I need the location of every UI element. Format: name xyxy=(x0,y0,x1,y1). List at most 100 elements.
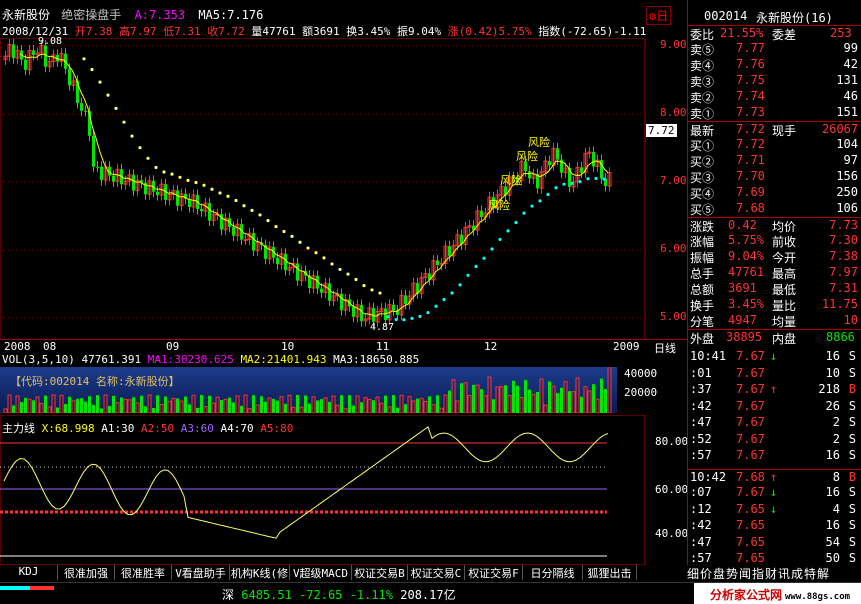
tick-time: :37 xyxy=(690,382,712,396)
volume-bar xyxy=(396,407,399,413)
candle-down xyxy=(96,166,99,168)
stock-name: 永新股份 xyxy=(2,8,51,22)
ask-volume: 42 xyxy=(843,57,858,71)
bid-volume: 97 xyxy=(843,153,858,167)
last-price-row: 最新 7.72 现手 26067 xyxy=(688,121,861,138)
indicator-tab[interactable]: V超级MACD xyxy=(290,565,352,580)
last-value: 7.72 xyxy=(736,122,765,136)
bid-label: 买② xyxy=(690,155,715,169)
ask-row: 卖① 7.73 151 xyxy=(688,105,861,121)
tick-side: S xyxy=(848,398,856,413)
support-star xyxy=(338,267,342,272)
candle-down xyxy=(84,110,87,112)
indicator-tab[interactable]: V看盘助手 xyxy=(172,565,230,580)
vol-axis-tick: 40000 xyxy=(624,367,658,380)
indicator-tab[interactable]: 很准加强 xyxy=(58,565,115,580)
stat-label: 换手 xyxy=(690,299,715,313)
vol-value: 47761.391 xyxy=(81,353,142,366)
support-star xyxy=(506,229,510,233)
volume-bar xyxy=(200,395,203,413)
support-star xyxy=(490,247,494,251)
ask-price: 7.77 xyxy=(736,41,765,55)
candle-down xyxy=(480,210,483,218)
volume-bar xyxy=(524,379,527,413)
tick-volume: 16 xyxy=(825,349,840,363)
volume-bar xyxy=(56,407,59,413)
indicator-tab[interactable]: 很准胜率 xyxy=(115,565,172,580)
candle-down xyxy=(448,246,451,256)
tick-volume: 10 xyxy=(825,365,840,380)
stat-value: 7.97 xyxy=(829,265,858,279)
tick-row: 10:42 7.68 ↑ 8 B xyxy=(688,468,861,484)
chart-area[interactable]: 永新股份 绝密操盘手 A:7.353 MA5:7.176 2008/12/31 … xyxy=(0,0,688,565)
support-star xyxy=(514,220,518,225)
indicator-tab[interactable]: 权证交易F xyxy=(465,565,523,580)
candle-down xyxy=(320,288,323,293)
indicator-tab[interactable]: 狐狸出击 xyxy=(583,565,637,580)
tick-side: S xyxy=(848,349,856,363)
tick-price: 7.67 xyxy=(736,448,765,462)
commission-row: 委比 21.55% 委差 253 xyxy=(688,25,861,42)
time-tick: 2009 xyxy=(613,340,640,353)
tick-side: S xyxy=(848,534,856,549)
tick-price: 7.65 xyxy=(736,501,765,516)
tick-row: :47 7.65 54 S xyxy=(688,535,861,550)
support-star xyxy=(234,198,238,203)
tick-row: :42 7.67 26 S xyxy=(688,399,861,414)
indicator-tab[interactable]: 权证交易B xyxy=(352,565,408,580)
market-amount: 208.17亿 xyxy=(400,588,456,602)
support-star xyxy=(138,146,142,150)
now-value: 26067 xyxy=(822,122,859,136)
indicator-tab[interactable]: KDJ xyxy=(0,565,58,580)
volume-bar xyxy=(320,399,323,413)
amount-value: 额3691 xyxy=(302,25,340,38)
index-change-value: 指数(-72.65)-1.11 xyxy=(538,25,647,38)
support-star xyxy=(538,199,542,203)
right-tab-bar[interactable]: 细价盘势闻指财讯成特解 xyxy=(687,565,861,581)
volume-bar xyxy=(512,380,515,413)
support-star xyxy=(602,177,606,181)
candle-down xyxy=(68,68,71,86)
support-star xyxy=(474,264,478,269)
indicator-frame xyxy=(0,415,646,565)
wc-value: 253 xyxy=(830,26,852,40)
support-star xyxy=(410,316,414,320)
period-label[interactable]: 日线 xyxy=(654,340,676,356)
tick-time: :12 xyxy=(690,501,712,516)
price-tick: 8.00 xyxy=(660,106,687,119)
volume-bar xyxy=(360,402,363,413)
indicator-chart[interactable] xyxy=(0,415,687,565)
support-star xyxy=(354,277,358,282)
indicator-tab[interactable]: 机构K线(修 xyxy=(230,565,290,580)
support-star xyxy=(258,213,262,217)
candle-down xyxy=(360,304,363,322)
indicator-tab[interactable]: 权证交易C xyxy=(408,565,465,580)
volume-bar xyxy=(264,401,267,413)
stat-value: 7.30 xyxy=(829,233,858,247)
candle-down xyxy=(100,166,103,181)
support-star xyxy=(562,182,566,186)
volume-bar xyxy=(208,395,211,413)
price-chart[interactable] xyxy=(0,38,687,340)
volume-bar xyxy=(556,392,559,413)
tick-side: B xyxy=(848,469,856,484)
tick-volume: 16 xyxy=(825,518,840,532)
risk-label: 风险 xyxy=(488,199,510,212)
wb-value: 21.55% xyxy=(720,26,764,40)
ask-row: 卖④ 7.76 42 xyxy=(688,57,861,73)
watermark-text: 分析家公式网 xyxy=(710,588,783,602)
low-annotation: 4.87 xyxy=(370,322,395,333)
tick-time: :47 xyxy=(690,534,712,549)
support-star xyxy=(434,304,438,308)
period-tab[interactable]: ⚙日 xyxy=(646,6,672,25)
bid-label: 买⑤ xyxy=(690,203,715,217)
indicator-tab[interactable]: 日分隔线 xyxy=(523,565,583,580)
tick-price: 7.68 xyxy=(736,469,765,484)
tick-time: :57 xyxy=(690,448,712,462)
vol-ma1: MA1:30230.625 xyxy=(147,353,234,366)
ask-label: 卖② xyxy=(690,91,715,105)
stock-title: 永新股份(16) xyxy=(756,11,833,25)
period-tab-label: 日 xyxy=(656,9,669,23)
tick-volume: 16 xyxy=(825,448,840,462)
risk-label: 风险 xyxy=(516,150,538,163)
